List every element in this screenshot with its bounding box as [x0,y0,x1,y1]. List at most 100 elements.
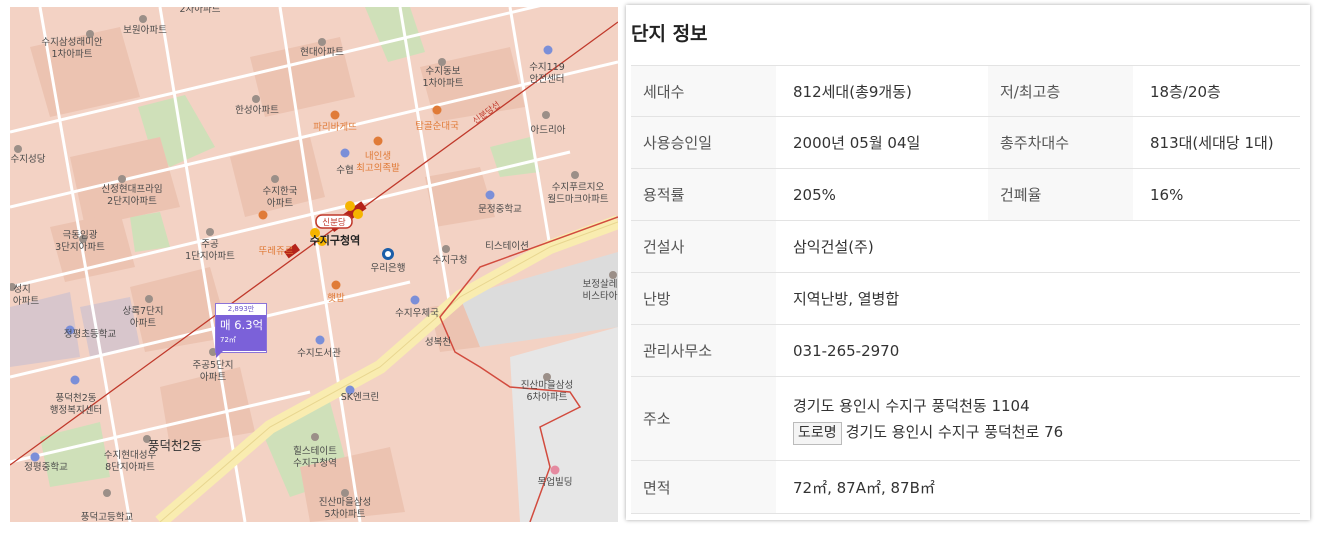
label-approval-date: 사용승인일 [631,116,776,169]
complex-info-panel: 단지 정보 세대수 812세대(총9개동) 저/최고층 18층/20층 사용승인… [626,5,1310,520]
value-address: 경기도 용인시 수지구 풍덕천동 1104 도로명 경기도 용인시 수지구 풍덕천… [776,376,1300,461]
map-label-top-cut: 2차아파트 [179,7,220,15]
map-label-jugong5-1: 주공5단지 [192,360,233,371]
label-households: 세대수 [631,65,776,117]
value-building-coverage: 16% [1133,168,1300,221]
map-label-suji-hanguk-1: 수지한국 [263,186,298,197]
map-label-hillstate-1: 힐스테이트 [293,445,337,457]
value-floor-area-ratio: 205% [776,168,988,221]
map-label-suji-seongdang: 수지성당 [11,154,46,165]
table-row: 사용승인일 2000년 05월 04일 총주차대수 813대(세대당 1대) [631,116,1300,169]
table-row: 난방 지역난방, 열병합 [631,272,1300,325]
map-label-bowon-apt: 보원아파트 [123,25,167,36]
map-label-jugong1-2: 1단지아파트 [185,251,235,262]
label-parking: 총주차대수 [988,116,1133,169]
value-households: 812세대(총9개동) [776,65,988,117]
price-marker-tail [216,350,224,358]
map-canvas[interactable]: 2차아파트 수지삼성래미안 1차아파트 보원아파트 현대아파트 수지동보 1차아… [10,7,618,522]
label-building-coverage: 건폐율 [988,168,1133,221]
map-label-geukdong-1: 극동임광 [63,229,98,241]
map-label-suji-samsung-raemian-1: 수지삼성래미안 [41,37,102,48]
map-label-paris-baguette: 파리바게뜨 [313,122,357,133]
map-label-jinsan5-1: 진산마을삼성 [319,497,371,508]
map-label-geukdong-2: 3단지아파트 [55,242,105,253]
map-label-naeinsaeng-1: 내인생 [365,151,391,162]
value-area: 72㎡, 87A㎡, 87B㎡ [776,460,1300,514]
map-label-jugong1-1: 주공 [201,239,219,250]
map-label-suji-purgio-2: 월드마크아파트 [547,193,608,205]
address-road-line: 도로명 경기도 용인시 수지구 풍덕천로 76 [793,419,1300,445]
label-heating: 난방 [631,272,776,325]
map-label-suji-gu-office: 수지구청 [433,255,468,266]
map-view[interactable]: 2차아파트 수지삼성래미안 1차아파트 보원아파트 현대아파트 수지동보 1차아… [10,7,618,522]
label-area: 면적 [631,460,776,514]
label-floors: 저/최고층 [988,65,1133,117]
map-label-sk-enclean: SK엔크린 [341,392,379,403]
map-label-sinbundang: 신분당 [322,217,346,228]
map-label-suji-samsung-raemian-2: 1차아파트 [51,48,92,60]
map-label-mokeup: 목업빌딩 [538,476,573,488]
table-row: 관리사무소 031-265-2970 [631,324,1300,377]
map-label-woori-bank: 우리은행 [371,262,406,274]
map-label-munjeong-school: 문정중학교 [478,204,522,215]
map-label-tistation: 티스테이션 [485,241,529,252]
map-label-sangnok7-1: 상록7단지 [122,306,163,317]
value-builder: 삼익건설(주) [776,220,1300,273]
map-label-suji-dongbo-1: 수지동보 [426,66,461,77]
map-label-suhyup: 수협 [336,164,353,176]
map-label-jeongpyeong-elem: 정평초등학교 [64,329,117,340]
map-label-jeongpyeong-mid: 정평중학교 [24,462,68,473]
map-label-suji-hyundai-seongu-2: 8단지아파트 [105,462,155,473]
value-approval-date: 2000년 05월 04일 [776,116,988,169]
price-marker[interactable]: 2,893만 매 6.3억 72㎡ [215,303,267,353]
price-marker-count: 2,893만 [227,305,255,313]
map-label-seongbokcheon: 성복천 [425,337,451,348]
map-label-hillstate-2: 수지구청역 [293,458,337,469]
label-management-office: 관리사무소 [631,324,776,377]
map-label-left-apt-2: 아파트 [13,296,39,307]
map-label-suji-purgio-1: 수지푸르지오 [552,182,605,193]
table-row: 용적률 205% 건폐율 16% [631,168,1300,221]
complex-info-table: 세대수 812세대(총9개동) 저/최고층 18층/20층 사용승인일 2000… [631,65,1300,514]
map-label-pungdeokcheon2-center-1: 풍덕천2동 [55,393,96,404]
address-road: 경기도 용인시 수지구 풍덕천로 76 [845,422,1064,441]
map-label-naeinsaeng-2: 최고의족발 [356,163,400,174]
price-marker-price: 매 6.3억 [220,318,264,332]
map-label-hansung-apt: 한성아파트 [235,105,279,116]
map-label-adria: 아드리아 [531,125,566,136]
map-label-jinsan3-2: 6차아파트 [526,391,567,403]
map-label-sinjeong-hyundai-2: 2단지아파트 [107,196,157,207]
map-label-jugong5-2: 아파트 [200,372,226,383]
map-label-tapgol: 탑골순대국 [415,120,459,132]
price-marker-area: 72㎡ [220,336,236,344]
map-label-sinjeong-hyundai-1: 신정현대프라임 [101,183,162,195]
value-management-office: 031-265-2970 [776,324,1300,377]
map-label-sangnok7-2: 아파트 [130,318,156,329]
map-label-suji-library: 수지도서관 [297,348,341,359]
table-row: 세대수 812세대(총9개동) 저/최고층 18층/20층 [631,65,1300,117]
map-label-suji-hanguk-2: 아파트 [267,198,293,209]
table-row: 면적 72㎡, 87A㎡, 87B㎡ [631,460,1300,514]
map-label-left-apt-1: 성지 [13,284,30,295]
map-label-jinsan5-2: 5차아파트 [324,508,365,520]
value-parking: 813대(세대당 1대) [1133,116,1300,169]
map-label-suji-hyundai-seongu-1: 수지현대성우 [104,450,157,461]
value-floors: 18층/20층 [1133,65,1300,117]
address-lot: 경기도 용인시 수지구 풍덕천동 1104 [793,396,1030,415]
map-label-haengbap: 햇밥 [327,292,345,304]
panel-title: 단지 정보 [631,23,708,45]
table-row: 건설사 삼익건설(주) [631,220,1300,273]
label-floor-area-ratio: 용적률 [631,168,776,221]
map-label-pungdeok-high: 풍덕고등학교 [81,512,134,522]
road-name-tag: 도로명 [793,421,842,445]
map-label-bojeong-1: 보정살레 [583,279,618,290]
map-label-jinsan3-1: 진산마을삼성 [521,380,573,391]
map-label-hyundai-apt: 현대아파트 [300,47,344,58]
map-label-bojeong-2: 비스타아 [583,291,618,302]
map-label-suji-gu-station: 수지구청역 [310,233,361,247]
map-label-suji-119-2: 안전센터 [530,74,565,85]
price-marker-body: 매 6.3억 72㎡ [216,315,266,351]
map-label-suji-dongbo-2: 1차아파트 [422,77,463,89]
label-builder: 건설사 [631,220,776,273]
map-label-suji-119-1: 수지119 [529,62,565,73]
